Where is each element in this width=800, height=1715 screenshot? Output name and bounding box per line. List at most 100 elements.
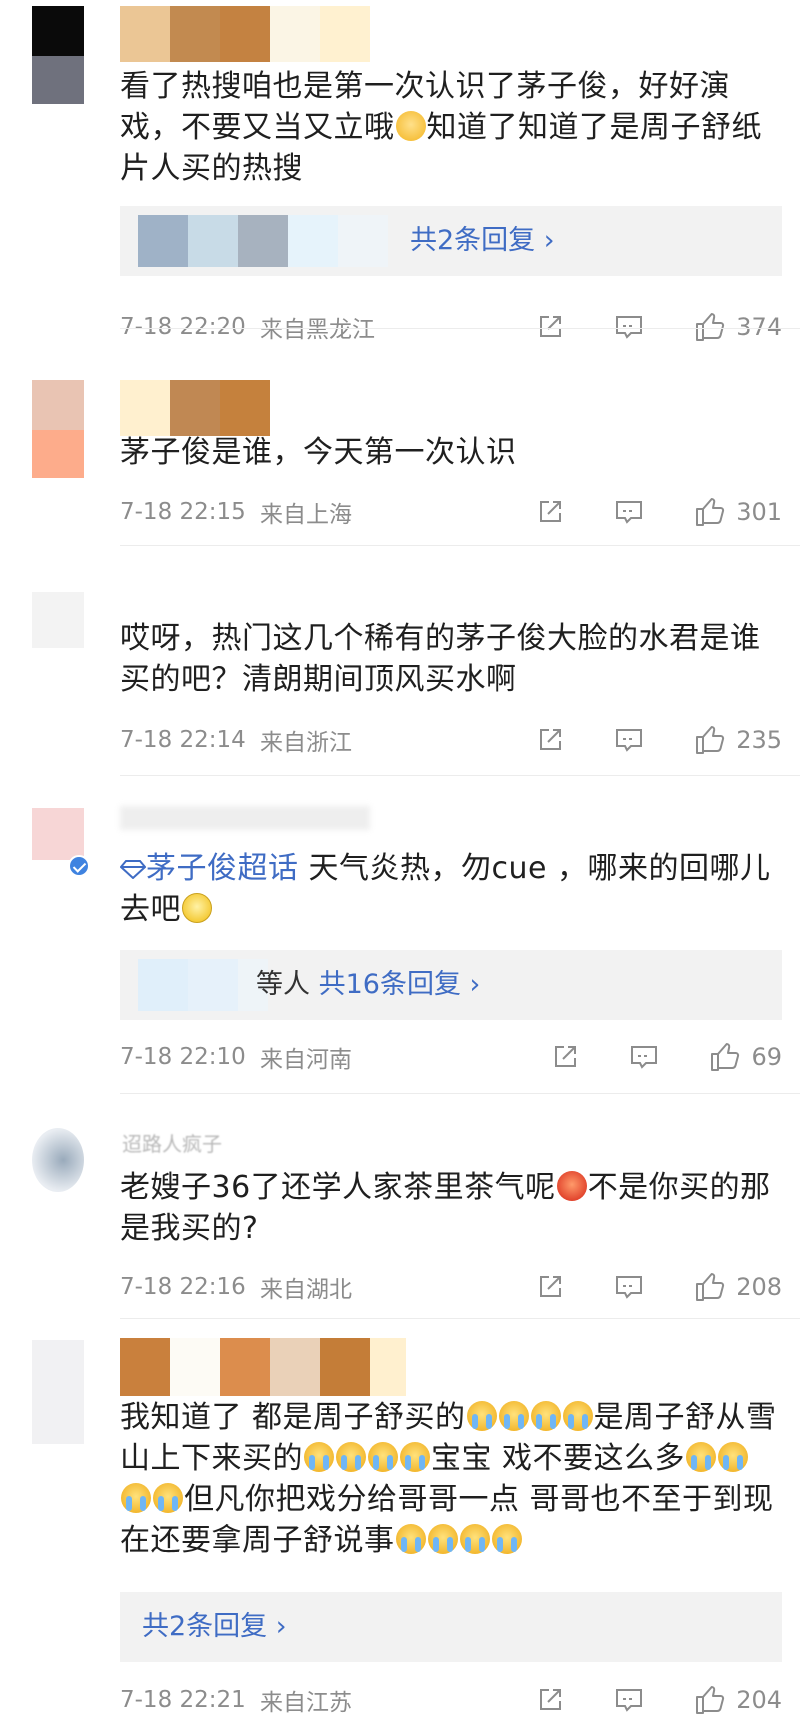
like-count: 301 bbox=[736, 498, 782, 526]
like-count: 374 bbox=[736, 313, 782, 341]
comment-text: 茅子俊超话 天气炎热，勿cue ，哪来的回哪儿去吧 bbox=[119, 851, 771, 927]
avatar[interactable] bbox=[32, 592, 84, 648]
like-button[interactable]: 301 bbox=[694, 496, 782, 528]
share-icon[interactable] bbox=[536, 1686, 564, 1714]
crying-emoji-icon bbox=[530, 1401, 561, 1431]
username-pixelated[interactable] bbox=[120, 380, 270, 436]
crying-emoji-icon bbox=[562, 1401, 593, 1431]
timestamp: 7-18 22:21 bbox=[120, 1687, 246, 1713]
like-count: 69 bbox=[751, 1043, 782, 1071]
verified-badge-icon bbox=[68, 855, 90, 877]
comment-meta: 7-18 22:16 来自湖北 208 bbox=[120, 1267, 782, 1307]
share-icon[interactable] bbox=[551, 1043, 579, 1071]
comment-text: 哎呀，热门这几个稀有的茅子俊大脸的水君是谁买的吧？清朗期间顶风买水啊 bbox=[120, 621, 761, 697]
like-button[interactable]: 374 bbox=[694, 311, 782, 343]
ip-location: 来自湖北 bbox=[260, 1277, 352, 1303]
crying-emoji-icon bbox=[368, 1442, 398, 1472]
crying-emoji-icon bbox=[427, 1524, 458, 1554]
crying-emoji-icon bbox=[153, 1483, 183, 1513]
like-button[interactable]: 208 bbox=[694, 1271, 782, 1303]
comment-meta: 7-18 22:10 来自河南 69 bbox=[120, 1037, 782, 1077]
crying-emoji-icon bbox=[498, 1401, 529, 1431]
divider bbox=[120, 1318, 800, 1319]
timestamp: 7-18 22:20 bbox=[120, 314, 246, 340]
comment-meta: 7-18 22:14 来自浙江 235 bbox=[120, 720, 782, 760]
share-icon[interactable] bbox=[536, 726, 564, 754]
reply-user-pixelated bbox=[138, 215, 388, 267]
ip-location: 来自江苏 bbox=[260, 1690, 352, 1715]
reply-count-link[interactable]: 等人 共16条回复 › bbox=[256, 950, 480, 1020]
crying-emoji-icon bbox=[304, 1442, 334, 1472]
reply-count-link[interactable]: 共2条回复 › bbox=[410, 206, 555, 276]
share-icon[interactable] bbox=[536, 1273, 564, 1301]
supertopic-link[interactable]: 茅子俊超话 bbox=[119, 851, 309, 886]
username-pixelated[interactable] bbox=[120, 1338, 406, 1396]
like-button[interactable]: 69 bbox=[709, 1041, 782, 1073]
comment-icon[interactable] bbox=[614, 1686, 644, 1714]
timestamp: 7-18 22:16 bbox=[120, 1274, 246, 1300]
comment-text: 茅子俊是谁，今天第一次认识 bbox=[120, 435, 517, 470]
avatar[interactable] bbox=[32, 1340, 84, 1444]
share-icon[interactable] bbox=[536, 498, 564, 526]
crying-emoji-icon bbox=[466, 1401, 497, 1431]
avatar[interactable] bbox=[32, 808, 84, 860]
divider bbox=[120, 775, 800, 776]
reply-preview[interactable]: 共2条回复 › bbox=[120, 1592, 782, 1662]
crying-emoji-icon bbox=[336, 1442, 366, 1472]
divider bbox=[120, 328, 800, 329]
crying-emoji-icon bbox=[686, 1442, 717, 1472]
shy-emoji-icon bbox=[395, 111, 426, 141]
comment-icon[interactable] bbox=[614, 498, 644, 526]
avatar[interactable] bbox=[32, 1128, 84, 1192]
crying-emoji-icon bbox=[395, 1524, 426, 1554]
diamond-icon bbox=[119, 860, 147, 880]
comment-icon[interactable] bbox=[614, 726, 644, 754]
ip-location: 来自上海 bbox=[260, 502, 352, 528]
share-icon[interactable] bbox=[536, 313, 564, 341]
ip-location: 来自浙江 bbox=[260, 730, 352, 756]
comment-text: 老嫂子36了还学人家茶里茶气呢 不是你买的那是我买的? bbox=[120, 1170, 771, 1246]
comment-text: 看了热搜咱也是第一次认识了茅子俊，好好演戏，不要又当又立哦 知道了知道了是周子舒纸… bbox=[120, 69, 762, 186]
like-count: 235 bbox=[736, 726, 782, 754]
avatar[interactable] bbox=[32, 6, 84, 104]
avatar[interactable] bbox=[32, 380, 84, 478]
crying-emoji-icon bbox=[121, 1483, 151, 1513]
comment-meta: 7-18 22:15 来自上海 301 bbox=[120, 492, 782, 532]
ip-location: 来自河南 bbox=[260, 1047, 352, 1073]
thumbs-up-icon bbox=[696, 498, 725, 526]
reply-user-pixelated bbox=[138, 959, 268, 1011]
username-pixelated[interactable] bbox=[120, 6, 370, 62]
smile-emoji-icon bbox=[182, 893, 212, 923]
thumbs-up-icon bbox=[711, 1043, 740, 1071]
thumbs-up-icon bbox=[696, 1686, 725, 1714]
thumbs-up-icon bbox=[696, 1273, 725, 1301]
reply-preview[interactable]: 共2条回复 › bbox=[120, 206, 782, 276]
crying-emoji-icon bbox=[400, 1442, 430, 1472]
like-count: 204 bbox=[736, 1686, 782, 1714]
crying-emoji-icon bbox=[718, 1442, 749, 1472]
username[interactable]: 迢路人疯子 bbox=[122, 1128, 222, 1157]
divider bbox=[120, 545, 800, 546]
username-pixelated[interactable] bbox=[120, 806, 370, 830]
comment-text: 我知道了 都是周子舒买的 是周子舒从雪山上下来买的 宝宝 戏不要这么多但凡你把戏分给… bbox=[120, 1400, 777, 1558]
divider bbox=[120, 1093, 800, 1094]
crying-emoji-icon bbox=[459, 1524, 490, 1554]
ip-location: 来自黑龙江 bbox=[260, 317, 375, 343]
comment-icon[interactable] bbox=[614, 313, 644, 341]
reply-preview[interactable]: 等人 共16条回复 › bbox=[120, 950, 782, 1020]
reply-count-link[interactable]: 共2条回复 › bbox=[142, 1592, 287, 1662]
thumbs-up-icon bbox=[696, 313, 725, 341]
like-count: 208 bbox=[736, 1273, 782, 1301]
comment-meta: 7-18 22:20 来自黑龙江 374 bbox=[120, 307, 782, 347]
comment-meta: 7-18 22:21 来自江苏 204 bbox=[120, 1680, 782, 1715]
timestamp: 7-18 22:10 bbox=[120, 1044, 246, 1070]
crying-emoji-icon bbox=[491, 1524, 522, 1554]
comment-icon[interactable] bbox=[614, 1273, 644, 1301]
like-button[interactable]: 204 bbox=[694, 1684, 782, 1715]
timestamp: 7-18 22:14 bbox=[120, 727, 246, 753]
like-button[interactable]: 235 bbox=[694, 724, 782, 756]
angry-emoji-icon bbox=[556, 1171, 587, 1201]
thumbs-up-icon bbox=[696, 726, 725, 754]
comment-icon[interactable] bbox=[629, 1043, 659, 1071]
timestamp: 7-18 22:15 bbox=[120, 499, 246, 525]
